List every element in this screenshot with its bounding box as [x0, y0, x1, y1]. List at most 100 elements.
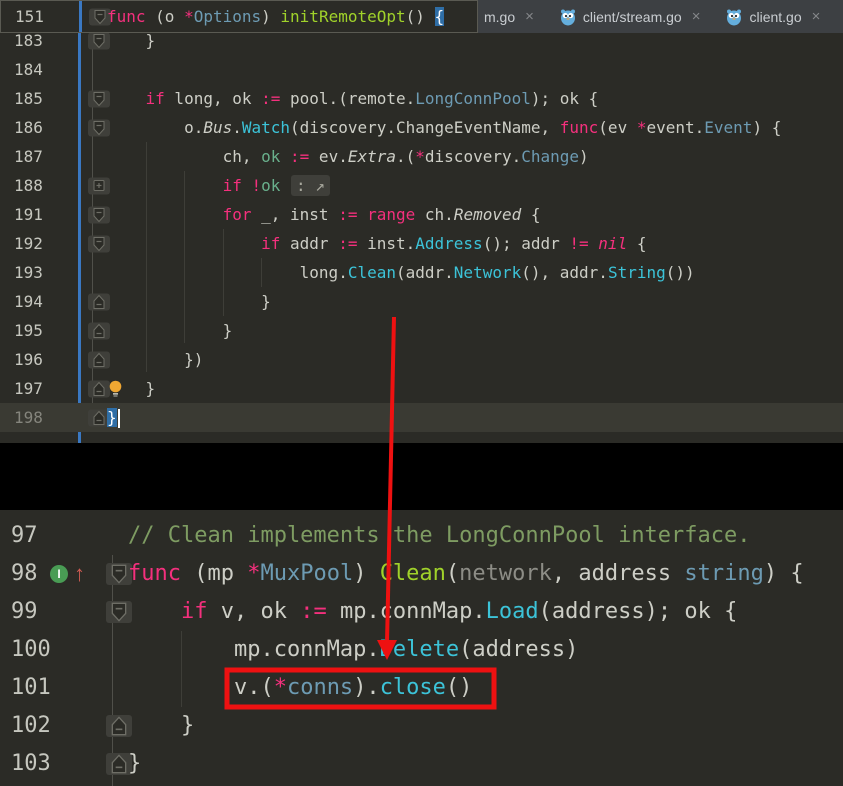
code-token[interactable]: (o [146, 7, 185, 26]
gutter-line-number[interactable]: 191 [14, 200, 43, 229]
code-token[interactable]: * [184, 7, 194, 26]
code-token[interactable]: .( [396, 147, 415, 166]
code-token[interactable]: _, inst [252, 205, 339, 224]
code-token[interactable]: network [459, 561, 552, 586]
code-token[interactable]: String [608, 263, 666, 282]
code-line[interactable]: 100 mp.connMap.Delete(address) [0, 631, 843, 669]
code-text[interactable]: } [107, 403, 120, 432]
gutter-line-number[interactable]: 103 [11, 745, 51, 783]
code-token[interactable]: ) { [764, 561, 804, 586]
code-token[interactable] [107, 89, 146, 108]
tab-close-icon[interactable]: × [812, 8, 821, 25]
gutter-line-number[interactable]: 183 [14, 33, 43, 55]
code-token[interactable]: close [380, 675, 446, 700]
code-text[interactable]: func (mp *MuxPool) Clean(network, addres… [128, 555, 804, 593]
code-token[interactable]: ). [353, 675, 380, 700]
gutter-line-number[interactable]: 193 [14, 258, 43, 287]
code-line[interactable]: 191 for _, inst := range ch.Removed { [0, 200, 843, 229]
gutter-line-number[interactable]: 185 [14, 84, 43, 113]
code-line[interactable]: 197 } [0, 374, 843, 403]
code-token[interactable]: MuxPool [260, 561, 353, 586]
code-token[interactable]: func [107, 7, 146, 26]
code-token[interactable]: (address) [459, 637, 578, 662]
override-up-arrow-icon[interactable]: ↑ [74, 563, 85, 585]
code-text[interactable]: if v, ok := mp.connMap.Load(address); ok… [128, 593, 737, 631]
code-text[interactable]: o.Bus.Watch(discovery.ChangeEventName, f… [107, 113, 781, 142]
code-token[interactable]: Delete [380, 637, 459, 662]
code-token[interactable]: Load [486, 599, 539, 624]
code-token[interactable] [107, 176, 223, 195]
code-token[interactable]: Watch [242, 118, 290, 137]
code-token[interactable]: pool.(remote. [280, 89, 415, 108]
code-text[interactable]: } [128, 707, 194, 745]
code-text[interactable]: } [107, 287, 271, 316]
code-token[interactable]: (mp [181, 561, 247, 586]
code-token[interactable]: ok [261, 176, 280, 195]
code-token[interactable]: Options [194, 7, 261, 26]
code-token[interactable]: , address [552, 561, 684, 586]
code-token[interactable]: ) [261, 7, 280, 26]
code-line[interactable]: 186 o.Bus.Watch(discovery.ChangeEventNam… [0, 113, 843, 142]
implements-interface-icon[interactable]: I [50, 565, 68, 583]
code-token[interactable]: if [223, 176, 242, 195]
gutter-line-number[interactable]: 195 [14, 316, 43, 345]
code-text[interactable]: } [128, 745, 141, 783]
code-line[interactable]: 102 } [0, 707, 843, 745]
code-line[interactable]: 198} [0, 403, 843, 432]
code-line[interactable]: 196 }) [0, 345, 843, 374]
gutter-line-number[interactable]: 102 [11, 707, 51, 745]
code-text[interactable]: }) [107, 345, 203, 374]
code-token[interactable] [357, 205, 367, 224]
code-token[interactable]: ch. [415, 205, 454, 224]
code-token[interactable] [107, 205, 223, 224]
code-token[interactable]: Network [454, 263, 521, 282]
code-token[interactable]: }) [107, 350, 203, 369]
gutter-line-number[interactable]: 184 [14, 55, 43, 84]
code-line[interactable]: 192 if addr := inst.Address(); addr != n… [0, 229, 843, 258]
code-token[interactable]: (addr. [396, 263, 454, 282]
code-token[interactable]: v.( [128, 675, 274, 700]
code-token[interactable]: o. [107, 118, 203, 137]
code-line[interactable]: 183 } [0, 33, 843, 55]
code-line[interactable]: 98 I ↑ func (mp *MuxPool) Clean(network, ad… [0, 555, 843, 593]
code-token[interactable]: { [627, 234, 646, 253]
code-token[interactable]: long. [107, 263, 348, 282]
tab[interactable]: m.go× [484, 8, 534, 25]
code-token[interactable]: } [128, 713, 194, 738]
code-text[interactable]: if addr := inst.Address(); addr != nil { [107, 229, 646, 258]
code-token[interactable]: func [560, 118, 599, 137]
code-token[interactable]: addr [280, 234, 338, 253]
code-line[interactable]: 97// Clean implements the LongConnPool i… [0, 517, 843, 555]
code-token[interactable]: := [261, 89, 280, 108]
code-text[interactable]: long.Clean(addr.Network(), addr.String()… [107, 258, 695, 287]
code-token[interactable]: initRemoteOpt [280, 7, 405, 26]
code-token[interactable]: conns [287, 675, 353, 700]
code-text[interactable]: mp.connMap.Delete(address) [128, 631, 578, 669]
gutter-line-number[interactable]: 186 [14, 113, 43, 142]
code-token[interactable]: () [446, 675, 473, 700]
code-token[interactable]: } [107, 379, 155, 398]
code-token[interactable]: := [338, 234, 357, 253]
gutter-line-number[interactable]: 194 [14, 287, 43, 316]
code-token[interactable]: } [107, 321, 232, 340]
code-token[interactable]: * [247, 561, 260, 586]
code-token[interactable]: ) [353, 561, 380, 586]
code-token[interactable]: Change [521, 147, 579, 166]
code-token[interactable] [280, 176, 290, 195]
code-token[interactable]: if [146, 89, 165, 108]
code-token[interactable]: Clean [348, 263, 396, 282]
code-token[interactable]: v, ok [207, 599, 300, 624]
code-token[interactable]: Bus [203, 118, 232, 137]
code-token[interactable]: event. [646, 118, 704, 137]
gutter-line-number[interactable]: 196 [14, 345, 43, 374]
code-token[interactable]: := [300, 599, 327, 624]
code-token[interactable]: } [107, 292, 271, 311]
tab[interactable]: client/stream.go× [560, 8, 701, 26]
code-token[interactable] [128, 599, 181, 624]
code-line[interactable]: 194 } [0, 287, 843, 316]
code-token[interactable]: long, ok [165, 89, 261, 108]
gutter-line-number[interactable]: 198 [14, 403, 43, 432]
gutter-line-number[interactable]: 98 [11, 555, 38, 593]
code-token[interactable]: string [684, 561, 763, 586]
code-token[interactable]: } [128, 751, 141, 776]
